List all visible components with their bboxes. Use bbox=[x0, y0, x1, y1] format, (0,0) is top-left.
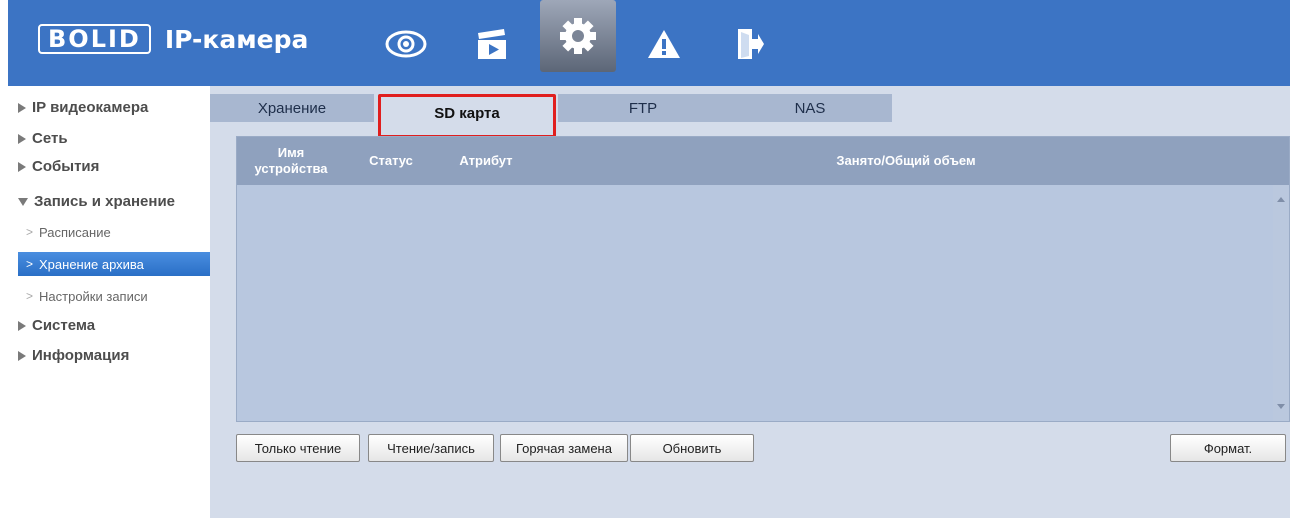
chevron-right-icon: > bbox=[26, 257, 34, 271]
collapsed-arrow-icon bbox=[18, 320, 26, 331]
nav-live-view[interactable] bbox=[368, 8, 444, 80]
logo: BOLID IP-камера bbox=[38, 24, 308, 54]
sidebar-subitem-schedule[interactable]: > Расписание bbox=[18, 220, 210, 244]
app-title: IP-камера bbox=[164, 24, 309, 54]
nav-playback[interactable] bbox=[454, 8, 530, 80]
clapperboard-icon bbox=[478, 29, 506, 59]
nav-settings[interactable] bbox=[540, 0, 616, 72]
collapsed-arrow-icon bbox=[18, 102, 26, 113]
tab-nas[interactable]: NAS bbox=[728, 94, 892, 122]
sidebar-item-label: IP видеокамера bbox=[32, 99, 149, 116]
refresh-button[interactable]: Обновить bbox=[630, 434, 754, 462]
column-header-status: Статус bbox=[369, 153, 413, 168]
read-only-button[interactable]: Только чтение bbox=[236, 434, 360, 462]
eye-icon bbox=[385, 30, 427, 58]
format-button[interactable]: Формат. bbox=[1170, 434, 1286, 462]
warning-icon bbox=[648, 30, 680, 58]
table-header: Имя устройства Статус Атрибут Занято/Общ… bbox=[237, 137, 1289, 185]
chevron-right-icon: > bbox=[26, 289, 34, 303]
sidebar: IP видеокамера Сеть События Запись и хра… bbox=[8, 86, 210, 527]
tab-ftp[interactable]: FTP bbox=[558, 94, 728, 122]
tab-storage[interactable]: Хранение bbox=[210, 94, 374, 122]
sidebar-item-system[interactable]: Система bbox=[18, 317, 95, 334]
scroll-up-arrow-icon[interactable] bbox=[1277, 197, 1285, 202]
column-header-device-name: Имя устройства bbox=[254, 145, 328, 176]
sidebar-item-record-storage[interactable]: Запись и хранение bbox=[18, 193, 175, 210]
exit-icon bbox=[738, 29, 764, 59]
sidebar-item-ip-camera[interactable]: IP видеокамера bbox=[18, 99, 148, 116]
sidebar-subitem-label: Расписание bbox=[39, 224, 111, 240]
sidebar-subitem-label: Хранение архива bbox=[39, 256, 144, 272]
sidebar-item-network[interactable]: Сеть bbox=[18, 130, 68, 147]
sidebar-item-label: Система bbox=[32, 317, 96, 334]
nav-alarm[interactable] bbox=[626, 8, 702, 80]
sidebar-item-information[interactable]: Информация bbox=[18, 347, 129, 364]
main-nav bbox=[368, 0, 798, 84]
collapsed-arrow-icon bbox=[18, 161, 26, 172]
logo-text: BOLID bbox=[48, 25, 141, 53]
logo-box: BOLID bbox=[38, 24, 151, 54]
sidebar-item-label: Запись и хранение bbox=[34, 193, 176, 210]
tab-sd-card[interactable]: SD карта bbox=[382, 98, 552, 128]
sidebar-item-events[interactable]: События bbox=[18, 158, 99, 175]
top-header: BOLID IP-камера bbox=[8, 0, 1290, 86]
collapsed-arrow-icon bbox=[18, 350, 26, 361]
column-header-attribute: Атрибут bbox=[459, 153, 513, 168]
sidebar-subitem-archive-storage[interactable]: > Хранение архива bbox=[18, 252, 210, 276]
table-scrollbar[interactable] bbox=[1273, 185, 1289, 421]
gear-icon bbox=[560, 18, 596, 54]
expanded-arrow-icon bbox=[18, 197, 28, 206]
main-content: Хранение SD карта FTP NAS Имя устройства… bbox=[210, 86, 1290, 518]
scroll-down-arrow-icon[interactable] bbox=[1277, 404, 1285, 409]
sidebar-item-label: События bbox=[32, 158, 100, 175]
column-header-used-total: Занято/Общий объем bbox=[836, 153, 976, 168]
sd-card-table: Имя устройства Статус Атрибут Занято/Общ… bbox=[236, 136, 1290, 422]
read-write-button[interactable]: Чтение/запись bbox=[368, 434, 494, 462]
hot-swap-button[interactable]: Горячая замена bbox=[500, 434, 628, 462]
sidebar-subitem-label: Настройки записи bbox=[39, 288, 148, 304]
chevron-right-icon: > bbox=[26, 225, 34, 239]
sidebar-item-label: Сеть bbox=[32, 130, 68, 147]
sidebar-subitem-record-settings[interactable]: > Настройки записи bbox=[18, 284, 210, 308]
nav-logout[interactable] bbox=[712, 8, 788, 80]
sidebar-item-label: Информация bbox=[32, 347, 130, 364]
collapsed-arrow-icon bbox=[18, 133, 26, 144]
